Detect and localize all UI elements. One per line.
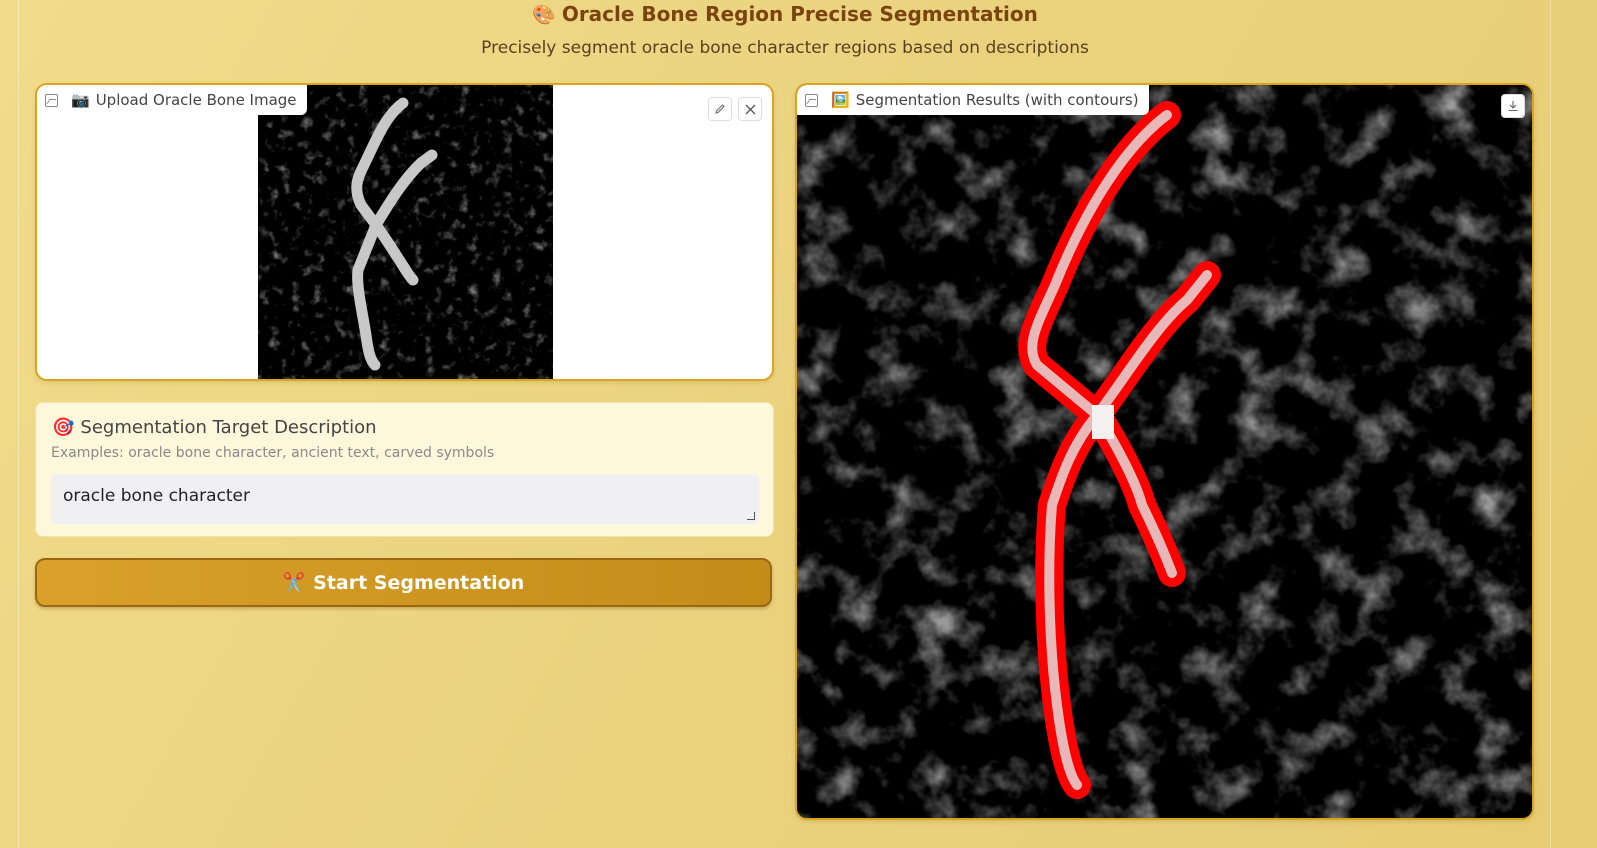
download-button[interactable]	[1501, 94, 1525, 118]
description-hint: Examples: oracle bone character, ancient…	[51, 445, 495, 461]
description-input-value: oracle bone character	[63, 486, 250, 506]
description-title: 🎯 Segmentation Target Description	[52, 417, 377, 438]
download-icon	[1508, 101, 1518, 112]
camera-icon: 📷	[71, 91, 90, 109]
pencil-icon	[715, 104, 725, 114]
start-button-label: Start Segmentation	[313, 571, 525, 594]
page-title: 🎨 Oracle Bone Region Precise Segmentation	[0, 2, 1570, 26]
result-panel-label-text: Segmentation Results (with contours)	[855, 91, 1139, 109]
segmentation-result-panel: 🖼️ Segmentation Results (with contours)	[795, 83, 1534, 820]
close-icon	[745, 104, 755, 114]
page-subtitle: Precisely segment oracle bone character …	[481, 38, 1089, 58]
scissors-icon: ✂️	[282, 572, 306, 593]
description-title-text: Segmentation Target Description	[80, 417, 377, 438]
upload-image-panel[interactable]: 📷 Upload Oracle Bone Image	[35, 83, 774, 381]
image-icon	[805, 93, 818, 107]
image-icon	[45, 93, 58, 107]
palette-icon: 🎨	[532, 4, 556, 26]
start-segmentation-button[interactable]: ✂️ Start Segmentation	[35, 558, 772, 607]
upload-panel-label-text: Upload Oracle Bone Image	[95, 91, 297, 109]
edit-button[interactable]	[708, 97, 732, 121]
clear-image-button[interactable]	[738, 97, 762, 121]
oracle-bone-image	[258, 85, 553, 379]
upload-panel-label: 📷 Upload Oracle Bone Image	[37, 85, 307, 115]
resize-handle-icon[interactable]	[747, 512, 755, 520]
segmentation-result-image	[797, 85, 1532, 818]
page-title-text: Oracle Bone Region Precise Segmentation	[561, 2, 1038, 26]
result-panel-label: 🖼️ Segmentation Results (with contours)	[797, 85, 1149, 115]
picture-icon: 🖼️	[831, 91, 850, 109]
target-icon: 🎯	[52, 417, 75, 438]
segmentation-description-box: 🎯 Segmentation Target Description Example…	[35, 402, 774, 537]
description-input[interactable]: oracle bone character	[51, 474, 759, 524]
